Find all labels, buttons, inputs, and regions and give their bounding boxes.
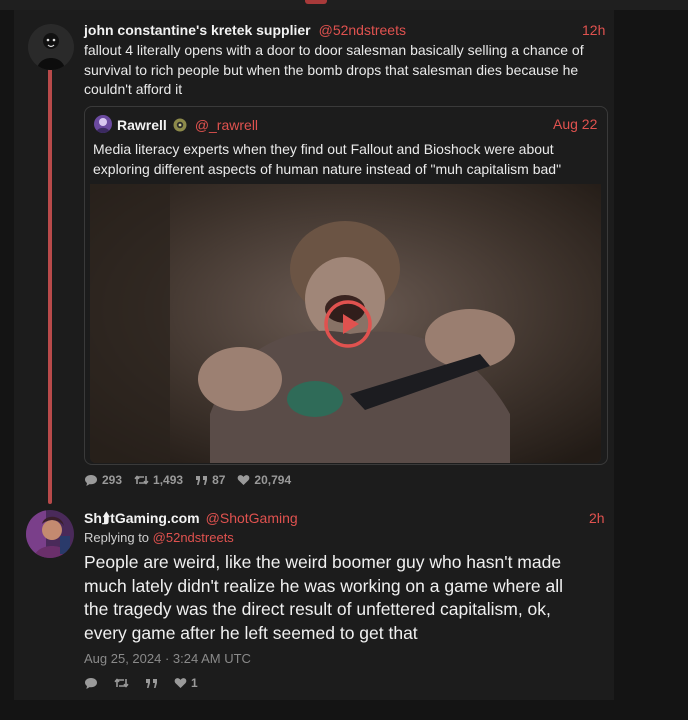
verified-badge-icon xyxy=(173,118,187,135)
quote-text: Media literacy experts when they find ou… xyxy=(93,141,562,177)
top-bar xyxy=(0,0,688,10)
reply-button[interactable]: 293 xyxy=(84,473,122,487)
reply-count: 293 xyxy=(102,473,123,487)
avatar[interactable] xyxy=(28,24,74,70)
display-name[interactable]: john constantine's kretek supplier xyxy=(84,22,311,38)
repost-icon xyxy=(114,678,129,688)
user-handle[interactable]: @52ndstreets xyxy=(319,22,406,38)
quote-icon xyxy=(196,475,208,485)
display-name[interactable]: Rawrell xyxy=(117,117,167,133)
comment-icon xyxy=(85,677,97,689)
quoted-post[interactable]: Rawrell @_rawrell Aug 22 Media literacy … xyxy=(84,106,608,465)
like-button[interactable]: 1 xyxy=(174,676,198,690)
quote-time[interactable]: Aug 22 xyxy=(553,116,597,132)
post-text: People are weird, like the weird boomer … xyxy=(84,552,564,643)
user-handle[interactable]: @ShotGaming xyxy=(206,510,298,526)
post-header: john constantine's kretek supplier @52nd… xyxy=(84,22,406,38)
user-handle[interactable]: @_rawrell xyxy=(195,117,258,133)
display-name[interactable]: Sh⮭tGaming.com xyxy=(84,510,200,527)
repost-icon xyxy=(134,475,149,485)
heart-icon xyxy=(174,678,187,688)
post-date[interactable]: Aug 25, 2024 · 3:24 AM UTC xyxy=(84,651,251,666)
like-count: 1 xyxy=(191,676,198,690)
avatar[interactable] xyxy=(26,510,74,558)
top-bar-accent xyxy=(305,0,327,4)
heart-icon xyxy=(238,475,250,485)
thread-connector-line xyxy=(48,64,52,504)
like-count: 20,794 xyxy=(254,473,292,487)
comment-icon xyxy=(85,474,97,486)
quote-icon xyxy=(146,678,157,688)
play-icon[interactable] xyxy=(324,300,372,348)
quote-avatar[interactable] xyxy=(94,115,112,133)
post-stats: 293 1,493 87 20,794 xyxy=(84,473,303,487)
replying-to: Replying to @52ndstreets xyxy=(84,530,234,545)
quote-button[interactable] xyxy=(145,678,162,689)
repost-button[interactable] xyxy=(114,677,133,689)
post-stats: 1 xyxy=(84,676,210,690)
repost-button[interactable]: 1,493 xyxy=(134,473,183,487)
post-header: Sh⮭tGaming.com @ShotGaming xyxy=(84,510,298,527)
post-text: fallout 4 literally opens with a door to… xyxy=(84,42,584,97)
quote-count: 87 xyxy=(212,473,226,487)
repost-count: 1,493 xyxy=(153,473,184,487)
post-time[interactable]: 2h xyxy=(589,510,605,526)
replying-label: Replying to xyxy=(84,530,150,545)
replying-handle[interactable]: @52ndstreets xyxy=(153,530,234,545)
like-button[interactable]: 20,794 xyxy=(237,473,291,487)
post-time[interactable]: 12h xyxy=(582,22,605,38)
reply-button[interactable] xyxy=(84,677,102,690)
quote-button[interactable]: 87 xyxy=(195,473,225,487)
quote-header: Rawrell @_rawrell xyxy=(117,116,258,133)
video-player[interactable] xyxy=(90,184,601,463)
